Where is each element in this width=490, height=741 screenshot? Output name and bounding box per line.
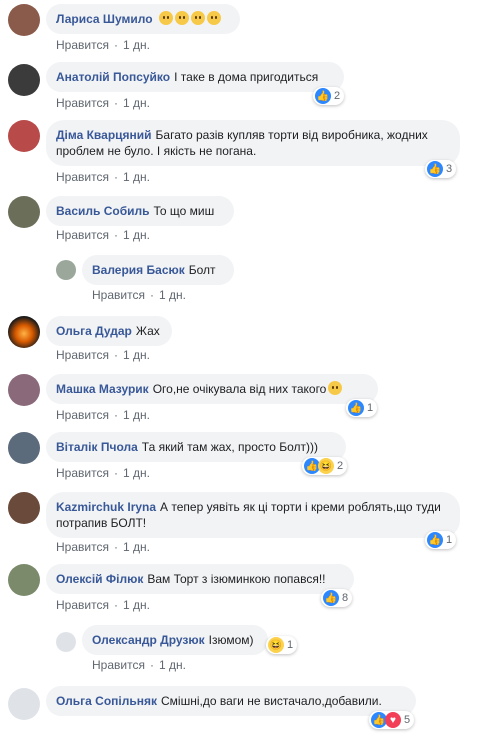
love-reaction-icon: ♥ <box>385 712 401 728</box>
reaction-count[interactable]: 👍 ♥ 5 <box>369 711 415 729</box>
comment-author[interactable]: Діма Кварцяний <box>56 128 152 142</box>
timestamp[interactable]: 1 дн. <box>123 598 150 612</box>
comment-author[interactable]: Kazmirchuk Iryna <box>56 500 156 514</box>
like-link[interactable]: Нравится <box>56 598 109 612</box>
comment-meta: Нравится · 1 дн. <box>56 38 150 52</box>
like-link[interactable]: Нравится <box>56 96 109 110</box>
comment-meta: Нравится · 1 дн. <box>56 348 150 362</box>
haha-reaction-icon: 😆 <box>318 458 334 474</box>
like-link[interactable]: Нравится <box>56 38 109 52</box>
comment-author[interactable]: Олександр Друзюк <box>92 633 205 647</box>
avatar[interactable] <box>8 4 40 36</box>
like-link[interactable]: Нравится <box>92 288 145 302</box>
wow-emoji-icon <box>328 381 343 395</box>
like-link[interactable]: Нравится <box>92 658 145 672</box>
comment-bubble: Олексій Філюк Вам Торт з ізюминкою попавс… <box>46 564 354 594</box>
comment-bubble: Машка Мазурик Ого,не очікувала від них та… <box>46 374 378 404</box>
comment-text: Вам Торт з ізюминкою попався!! <box>147 572 326 586</box>
avatar[interactable] <box>56 632 76 652</box>
reaction-count[interactable]: 👍 3 <box>425 160 457 178</box>
avatar[interactable] <box>8 316 40 348</box>
timestamp[interactable]: 1 дн. <box>159 658 186 672</box>
reaction-count[interactable]: 👍 1 <box>346 399 378 417</box>
like-link[interactable]: Нравится <box>56 228 109 242</box>
comment-bubble: Олександр Друзюк Ізюмом) <box>82 625 268 655</box>
emoji-icon <box>190 11 205 25</box>
reaction-count[interactable]: 👍 😆 2 <box>302 457 348 475</box>
comment-bubble: Лариса Шумило <box>46 4 240 34</box>
avatar[interactable] <box>8 374 40 406</box>
comment-text: То що миш <box>153 204 215 218</box>
timestamp[interactable]: 1 дн. <box>123 348 150 362</box>
timestamp[interactable]: 1 дн. <box>123 96 150 110</box>
avatar[interactable] <box>8 196 40 228</box>
comment-text: Ого,не очікувала від них такого <box>152 382 327 396</box>
reaction-count[interactable]: 👍 1 <box>425 531 457 549</box>
timestamp[interactable]: 1 дн. <box>123 408 150 422</box>
avatar[interactable] <box>56 260 76 280</box>
haha-reaction-icon: 😆 <box>268 637 284 653</box>
comment-text: Та який там жах, просто Болт))) <box>141 440 319 454</box>
like-link[interactable]: Нравится <box>56 170 109 184</box>
comment-author[interactable]: Ольга Дудар <box>56 324 132 338</box>
comment-author[interactable]: Машка Мазурик <box>56 382 149 396</box>
comment-author[interactable]: Валерия Басюк <box>92 263 185 277</box>
comment-bubble: Kazmirchuk Iryna А тепер уявіть як ці тор… <box>46 492 460 538</box>
comment-author[interactable]: Лариса Шумило <box>56 12 153 26</box>
comment-meta: Нравится · 1 дн. <box>56 170 150 184</box>
timestamp[interactable]: 1 дн. <box>123 170 150 184</box>
comment-bubble: Ольга Сопільняк Смішні,до ваги не вистача… <box>46 686 416 716</box>
like-link[interactable]: Нравится <box>56 466 109 480</box>
comment-text: Смішні,до ваги не вистачало,добавили. <box>161 694 382 708</box>
comment-meta: Нравится · 1 дн. <box>56 228 150 242</box>
timestamp[interactable]: 1 дн. <box>123 228 150 242</box>
comment-meta: Нравится · 1 дн. <box>56 96 150 110</box>
comment-meta: Нравится · 1 дн. <box>92 658 186 672</box>
comment-meta: Нравится · 1 дн. <box>56 466 150 480</box>
comment-text: І таке в дома пригодиться <box>174 70 319 84</box>
reaction-count[interactable]: 😆 1 <box>266 636 298 654</box>
timestamp[interactable]: 1 дн. <box>123 540 150 554</box>
emoji-icon <box>158 11 173 25</box>
comment-bubble: Анатолій Попсуйко І таке в дома пригодить… <box>46 62 344 92</box>
comment-author[interactable]: Ольга Сопільняк <box>56 694 157 708</box>
comment-text: Болт <box>188 263 216 277</box>
like-reaction-icon: 👍 <box>427 532 443 548</box>
avatar[interactable] <box>8 64 40 96</box>
comment-bubble: Діма Кварцяний Багато разів купляв торти … <box>46 120 460 166</box>
comment-bubble: Віталік Пчола Та який там жах, просто Бол… <box>46 432 346 462</box>
comment-meta: Нравится · 1 дн. <box>56 408 150 422</box>
comment-text: Ізюмом) <box>208 633 254 647</box>
avatar[interactable] <box>8 120 40 152</box>
like-link[interactable]: Нравится <box>56 408 109 422</box>
comment-author[interactable]: Анатолій Попсуйко <box>56 70 170 84</box>
comment-text: Жах <box>135 324 160 338</box>
comment-meta: Нравится · 1 дн. <box>56 598 150 612</box>
like-reaction-icon: 👍 <box>348 400 364 416</box>
like-link[interactable]: Нравится <box>56 348 109 362</box>
comment-bubble: Ольга Дудар Жах <box>46 316 172 346</box>
comment-meta: Нравится · 1 дн. <box>92 288 186 302</box>
like-link[interactable]: Нравится <box>56 540 109 554</box>
timestamp[interactable]: 1 дн. <box>159 288 186 302</box>
avatar[interactable] <box>8 564 40 596</box>
like-reaction-icon: 👍 <box>323 590 339 606</box>
reaction-count[interactable]: 👍 2 <box>313 87 345 105</box>
avatar[interactable] <box>8 492 40 524</box>
timestamp[interactable]: 1 дн. <box>123 38 150 52</box>
comment-bubble: Василь Собиль То що миш <box>46 196 234 226</box>
like-reaction-icon: 👍 <box>427 161 443 177</box>
comment-bubble: Валерия Басюк Болт <box>82 255 234 285</box>
reaction-count[interactable]: 👍 8 <box>321 589 353 607</box>
emoji-icon <box>206 11 221 25</box>
emoji-icon <box>174 11 189 25</box>
comment-meta: Нравится · 1 дн. <box>56 540 150 554</box>
comment-author[interactable]: Василь Собиль <box>56 204 150 218</box>
timestamp[interactable]: 1 дн. <box>123 466 150 480</box>
like-reaction-icon: 👍 <box>315 88 331 104</box>
comment-author[interactable]: Віталік Пчола <box>56 440 138 454</box>
comment-author[interactable]: Олексій Філюк <box>56 572 143 586</box>
avatar[interactable] <box>8 432 40 464</box>
avatar[interactable] <box>8 688 40 720</box>
